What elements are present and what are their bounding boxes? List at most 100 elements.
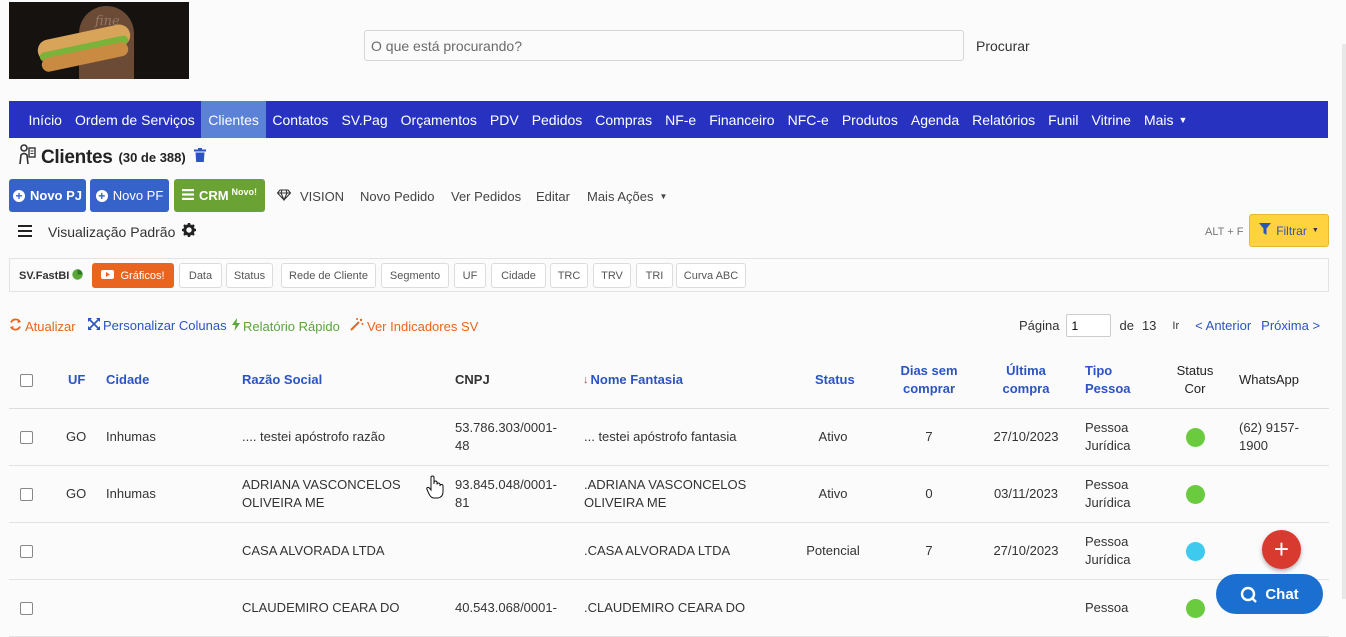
fastbi-chip-status[interactable]: Status — [226, 263, 273, 288]
ver-pedidos-button[interactable]: Ver Pedidos — [451, 189, 521, 204]
cell-dias: 7 — [925, 429, 933, 445]
clients-table: UF Cidade Razão Social CNPJ ↓ Nome Fantas… — [9, 352, 1329, 637]
table-row[interactable]: GO Inhumas ADRIANA VASCONCELOS OLIVEIRA M… — [9, 466, 1329, 523]
page-number-input[interactable] — [1066, 314, 1112, 337]
cell-cnpj: 53.786.303/0001- 48 — [455, 409, 557, 465]
company-logo[interactable]: fine — [9, 2, 189, 79]
nav-item-contatos[interactable]: Contatos — [266, 101, 335, 138]
header-status[interactable]: Status — [815, 352, 855, 408]
novo-pedido-button[interactable]: Novo Pedido — [360, 189, 434, 204]
fastbi-chip-trv[interactable]: TRV — [593, 263, 631, 288]
nav-item-sv-pag[interactable]: SV.Pag — [335, 101, 394, 138]
page-scrollbar[interactable] — [1342, 44, 1346, 599]
nav-item-in-cio[interactable]: Início — [22, 101, 68, 138]
go-button[interactable]: Ir — [1172, 320, 1179, 332]
new-pj-button[interactable]: + Novo PJ — [9, 179, 86, 212]
next-page-link[interactable]: Próxima > — [1261, 318, 1320, 333]
cell-tipo-pessoa: Pessoa Jurídica — [1085, 523, 1131, 579]
trash-icon[interactable] — [193, 148, 206, 167]
hamburger-icon[interactable] — [18, 224, 32, 240]
nav-item-clientes[interactable]: Clientes — [201, 101, 266, 138]
fastbi-chip-uf[interactable]: UF — [454, 263, 486, 288]
nav-item-pdv[interactable]: PDV — [483, 101, 525, 138]
cell-status-cor — [1169, 466, 1221, 522]
header-cidade[interactable]: Cidade — [106, 352, 149, 408]
search-input[interactable] — [364, 30, 964, 61]
nav-item-pedidos[interactable]: Pedidos — [525, 101, 589, 138]
search-button[interactable]: Procurar — [976, 38, 1030, 54]
filter-button[interactable]: Filtrar ▼ — [1249, 214, 1329, 247]
cell-ultima-compra — [986, 580, 1066, 636]
crm-label: CRM — [198, 188, 229, 203]
refresh-label: Atualizar — [25, 318, 76, 334]
header-cnpj[interactable]: CNPJ — [455, 352, 490, 408]
nav-item-vitrine[interactable]: Vitrine — [1085, 101, 1137, 138]
caret-down-icon: ▼ — [1178, 114, 1188, 125]
fastbi-label[interactable]: SV.FastBI — [19, 269, 84, 283]
previous-page-link[interactable]: < Anterior — [1195, 318, 1251, 333]
fastbi-chip-segmento[interactable]: Segmento — [381, 263, 449, 288]
nav-item-compras[interactable]: Compras — [589, 101, 659, 138]
fastbi-chip-trc[interactable]: TRC — [550, 263, 588, 288]
view-label[interactable]: Visualização Padrão — [48, 224, 175, 240]
list-icon — [181, 188, 194, 203]
header-ultima[interactable]: Última compra — [986, 352, 1066, 408]
select-all-checkbox[interactable] — [20, 373, 33, 387]
nav-item-relat-rios[interactable]: Relatórios — [966, 101, 1042, 138]
graficos-button[interactable]: Gráficos! — [92, 263, 174, 288]
fantasia-line2: OLIVEIRA ME — [584, 495, 667, 510]
nav-item-nf-e[interactable]: NF-e — [659, 101, 703, 138]
fantasia-line1: ... testei apóstrofo fantasia — [584, 429, 737, 445]
add-fab-button[interactable]: + — [1262, 530, 1301, 569]
editar-button[interactable]: Editar — [536, 189, 570, 204]
gear-icon[interactable] — [182, 223, 197, 240]
refresh-button[interactable]: Atualizar — [9, 318, 76, 334]
indicators-button[interactable]: Ver Indicadores SV — [350, 318, 478, 334]
quick-report-button[interactable]: Relatório Rápido — [232, 318, 340, 334]
fastbi-chip-cidade[interactable]: Cidade — [491, 263, 546, 288]
cnpj-line2: 81 — [455, 495, 470, 510]
header-dias[interactable]: Dias sem comprar — [889, 352, 969, 408]
indicators-label: Ver Indicadores SV — [367, 318, 479, 334]
main-nav: Início Ordem de Serviços Clientes Contatos S… — [9, 101, 1328, 138]
fastbi-chip-data[interactable]: Data — [179, 263, 222, 288]
mais-acoes-dropdown[interactable]: Mais Ações ▼ — [587, 189, 667, 204]
nav-item-nfc-e[interactable]: NFC-e — [781, 101, 835, 138]
row-checkbox[interactable] — [20, 544, 33, 558]
cell-razao-social: ADRIANA VASCONCELOS OLIVEIRA ME — [242, 466, 401, 522]
header-nome-fantasia[interactable]: ↓ Nome Fantasia — [583, 352, 683, 408]
nav-item-financeiro[interactable]: Financeiro — [703, 101, 781, 138]
table-row[interactable]: CASA ALVORADA LTDA .CASA ALVORADA LTDA P… — [9, 523, 1329, 580]
razao-line1: CASA ALVORADA LTDA — [242, 543, 385, 559]
crm-button[interactable]: CRM Novo! — [174, 179, 265, 212]
header-tipo[interactable]: Tipo Pessoa — [1085, 352, 1131, 408]
customize-columns-button[interactable]: Personalizar Colunas — [88, 318, 227, 333]
nav-item-ordem-de-servi-os[interactable]: Ordem de Serviços — [68, 101, 201, 138]
cell-cnpj: 93.845.048/0001- 81 — [455, 466, 557, 522]
caret-down-icon: ▼ — [1311, 227, 1319, 234]
nav-item-mais[interactable]: Mais ▼ — [1137, 101, 1193, 138]
fastbi-chip-tri[interactable]: TRI — [636, 263, 673, 288]
cell-cnpj: 40.543.068/0001- — [455, 580, 557, 636]
nav-item-produtos[interactable]: Produtos — [835, 101, 904, 138]
vision-button[interactable]: VISION — [276, 189, 344, 204]
cell-ultima-compra: 27/10/2023 — [993, 543, 1059, 559]
header-cor-line1: Status — [1176, 363, 1214, 379]
row-checkbox[interactable] — [20, 487, 33, 501]
table-row[interactable]: CLAUDEMIRO CEARA DO 40.543.068/0001- .CL… — [9, 580, 1329, 637]
table-row[interactable]: GO Inhumas .... testei apóstrofo razão 5… — [9, 409, 1329, 466]
nav-item-or-amentos[interactable]: Orçamentos — [394, 101, 483, 138]
new-pf-button[interactable]: + Novo PF — [90, 179, 169, 212]
row-checkbox[interactable] — [20, 601, 33, 615]
row-checkbox[interactable] — [20, 430, 33, 444]
nav-item-funil[interactable]: Funil — [1042, 101, 1085, 138]
quick-report-label: Relatório Rápido — [243, 318, 340, 334]
chat-button[interactable]: Chat — [1216, 574, 1323, 614]
row-select-cell — [20, 523, 33, 579]
fastbi-chip-rede-de-cliente[interactable]: Rede de Cliente — [281, 263, 376, 288]
fastbi-chip-curva-abc[interactable]: Curva ABC — [676, 263, 746, 288]
header-razao-social[interactable]: Razão Social — [242, 352, 322, 408]
nav-item-agenda[interactable]: Agenda — [904, 101, 965, 138]
cell-whatsapp[interactable]: (62) 9157- 1900 — [1239, 409, 1299, 465]
header-uf[interactable]: UF — [68, 352, 85, 408]
